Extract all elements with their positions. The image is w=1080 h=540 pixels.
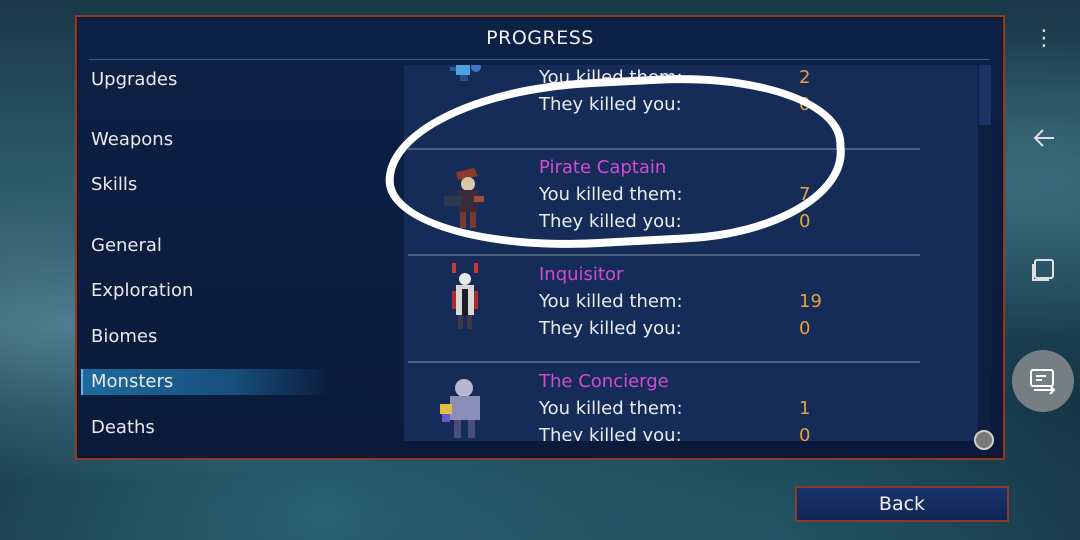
progress-panel: PROGRESS Upgrades Weapons Skills General… [75, 15, 1005, 460]
list-item: The Concierge You killed them: 1 They ki… [404, 364, 978, 441]
menu-item-biomes[interactable]: Biomes [83, 324, 331, 350]
died-label: They killed you: [539, 211, 682, 232]
menu-item-monsters[interactable]: Monsters [81, 369, 331, 395]
scroll-knob-icon[interactable] [974, 430, 994, 450]
killed-label: You killed them: [539, 184, 683, 205]
killed-label: You killed them: [539, 398, 683, 419]
back-button[interactable]: Back [795, 486, 1009, 522]
monster-name: Pirate Captain [539, 157, 667, 178]
progress-menu: Upgrades Weapons Skills General Explorat… [81, 62, 373, 447]
monster-list[interactable]: You killed them: 2 They killed you: 0 Pi… [404, 65, 978, 441]
monster-sprite-icon [450, 65, 481, 81]
died-value: 0 [799, 318, 811, 339]
inquisitor-sprite-icon [452, 263, 478, 329]
died-value: 0 [799, 425, 811, 441]
panel-title: PROGRESS [486, 27, 594, 49]
list-item: You killed them: 2 They killed you: 0 [404, 65, 978, 150]
three-dots-vertical-icon[interactable]: ⋮ [1028, 26, 1060, 51]
died-label: They killed you: [539, 318, 682, 339]
screen-record-icon[interactable] [1012, 350, 1074, 412]
killed-value: 1 [799, 398, 811, 419]
killed-value: 19 [799, 291, 822, 312]
died-value: 0 [799, 211, 811, 232]
list-item: Pirate Captain You killed them: 7 They k… [404, 150, 978, 257]
monster-name: Inquisitor [539, 264, 624, 285]
menu-item-skills[interactable]: Skills [83, 172, 331, 198]
menu-item-upgrades[interactable]: Upgrades [83, 67, 331, 93]
menu-item-weapons[interactable]: Weapons [83, 127, 331, 153]
entry-divider [408, 361, 920, 363]
concierge-sprite-icon [440, 379, 480, 438]
died-label: They killed you: [539, 94, 682, 115]
killed-label: You killed them: [539, 291, 683, 312]
arrow-left-icon[interactable] [1028, 124, 1060, 159]
scroll-thumb[interactable] [979, 65, 991, 125]
square-icon[interactable] [1028, 256, 1060, 289]
menu-item-deaths[interactable]: Deaths [83, 415, 331, 441]
killed-value: 7 [799, 184, 811, 205]
menu-item-general[interactable]: General [83, 233, 331, 259]
title-divider [89, 59, 989, 60]
monster-name: The Concierge [539, 371, 669, 392]
list-scrollbar[interactable] [979, 65, 991, 441]
entry-divider [408, 254, 920, 256]
died-value: 0 [799, 94, 811, 115]
list-item: Inquisitor You killed them: 19 They kill… [404, 257, 978, 364]
pirate-captain-sprite-icon [444, 168, 484, 228]
died-label: They killed you: [539, 425, 682, 441]
killed-value: 2 [799, 67, 811, 88]
menu-item-exploration[interactable]: Exploration [83, 278, 331, 304]
killed-label: You killed them: [539, 67, 683, 88]
